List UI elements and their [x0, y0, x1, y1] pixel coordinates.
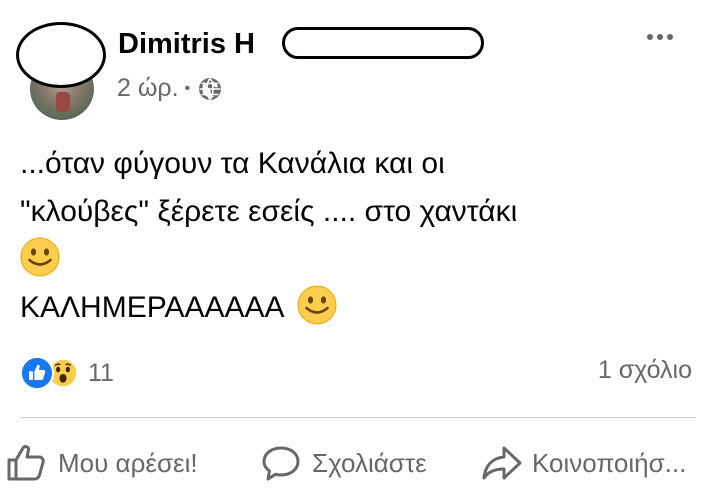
thumbs-up-icon — [7, 445, 45, 481]
reaction-count[interactable]: 11 — [88, 359, 114, 388]
greeting-text: ΚΑΛΗΜΕΡΑΑΑΑΑΑ — [20, 291, 283, 324]
like-reaction-icon — [20, 356, 54, 390]
comment-count[interactable]: 1 σχόλιο — [598, 356, 692, 385]
post-text-line: ...όταν φύγουν τα Κανάλια και οι — [20, 147, 445, 180]
comment-label: Σχολιάστε — [312, 447, 427, 478]
post-text-line-emoji — [20, 236, 700, 284]
post-meta: 2 ώρ. • — [117, 74, 222, 103]
meta-separator: • — [184, 79, 191, 97]
facebook-post: Dimitris H 2 ώρ. • ...όταν φύγουν τα Καν… — [0, 0, 716, 496]
post-body: ...όταν φύγουν τα Κανάλια και οι "κλούβε… — [20, 140, 700, 332]
share-arrow-icon — [482, 446, 522, 480]
post-author[interactable]: Dimitris H — [118, 24, 484, 64]
share-button[interactable]: Κοινοποιήσ... — [480, 438, 712, 488]
post-text-line-greeting: ΚΑΛΗΜΕΡΑΑΑΑΑΑ — [20, 284, 700, 332]
more-options-icon[interactable] — [640, 22, 680, 52]
name-redaction — [282, 27, 484, 59]
post-timestamp[interactable]: 2 ώρ. — [117, 74, 179, 103]
comment-bubble-icon — [262, 446, 300, 481]
reaction-summary[interactable]: 11 — [20, 356, 114, 390]
share-label: Κοινοποιήσ... — [532, 447, 687, 478]
author-name[interactable]: Dimitris H — [118, 28, 255, 61]
avatar[interactable] — [14, 18, 108, 120]
avatar-redaction — [16, 22, 106, 88]
post-actions: Μου αρέσει! Σχολιάστε Κοινοποιήσ... — [0, 438, 716, 488]
smiley-emoji-icon — [20, 237, 60, 277]
like-label: Μου αρέσει! — [58, 447, 198, 478]
post-text-line: "κλούβες" ξέρετε εσείς .... στο χαντάκι — [20, 195, 518, 228]
comment-button[interactable]: Σχολιάστε — [260, 438, 427, 488]
globe-icon[interactable] — [198, 77, 222, 101]
divider — [20, 417, 696, 418]
like-button[interactable]: Μου αρέσει! — [6, 438, 198, 488]
smiley-emoji-icon — [297, 285, 337, 325]
